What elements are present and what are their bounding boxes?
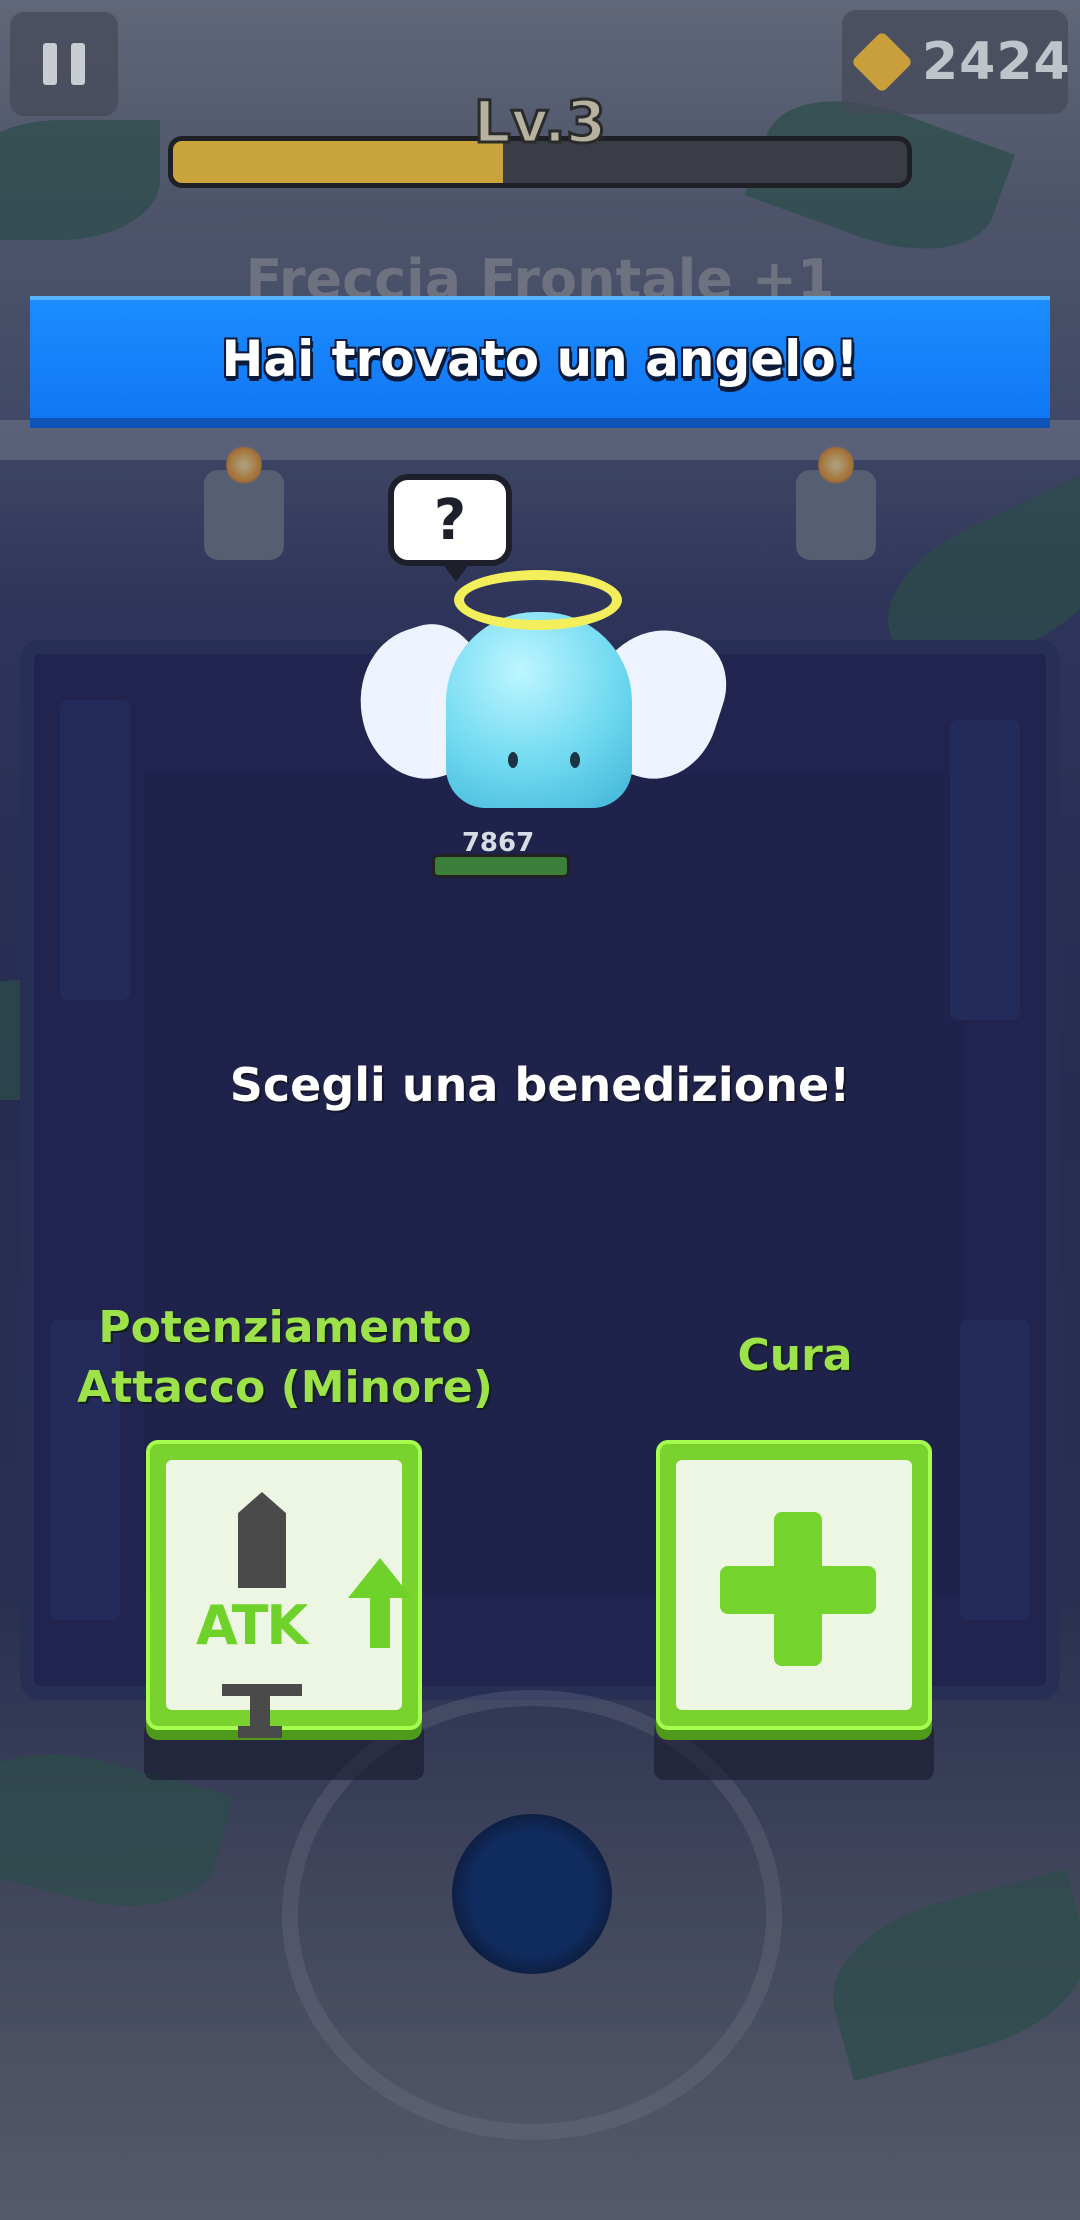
gem-icon	[850, 30, 914, 94]
pause-icon	[43, 43, 57, 85]
angel-banner: Hai trovato un angelo!	[30, 296, 1050, 428]
option-label-attack: Potenziamento Attacco (Minore)	[77, 1302, 493, 1413]
halo-icon	[454, 570, 622, 630]
player-hp-bar	[432, 854, 570, 878]
gem-count: 2424	[922, 32, 1071, 92]
angel-eye	[570, 752, 580, 768]
question-bubble: ?	[388, 474, 512, 566]
option-attack-boost[interactable]: ATK	[146, 1440, 422, 1738]
banner-title: Hai trovato un angelo!	[221, 330, 859, 388]
option-label-heal: Cura	[737, 1330, 853, 1381]
atk-icon-text: ATK	[196, 1594, 308, 1657]
option-heal[interactable]	[656, 1440, 932, 1730]
angel-ghost-icon	[446, 612, 632, 808]
blessing-prompt: Scegli una benedizione!	[229, 1058, 851, 1112]
angel-eye	[508, 752, 518, 768]
level-label: Lv.3	[472, 87, 607, 158]
bubble-tail	[440, 560, 472, 582]
